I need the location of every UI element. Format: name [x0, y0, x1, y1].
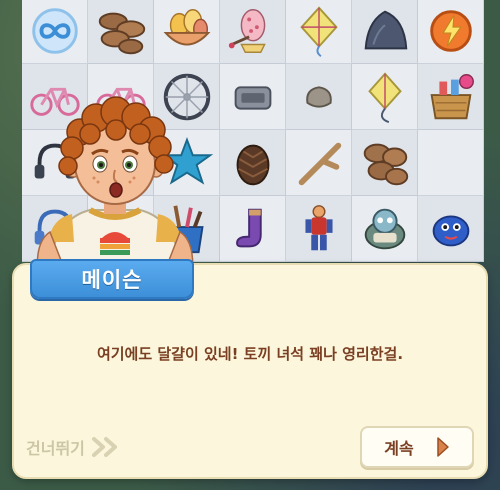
- character-mason: [30, 92, 200, 282]
- robot-toy-icon[interactable]: [356, 200, 414, 258]
- board-cell[interactable]: [352, 130, 418, 196]
- infinity-token-icon[interactable]: [26, 2, 84, 60]
- easter-eggs-bowl-icon[interactable]: [158, 2, 216, 60]
- board-cell[interactable]: [352, 196, 418, 262]
- kite-icon[interactable]: [290, 2, 348, 60]
- wooden-discs-icon[interactable]: [356, 134, 414, 192]
- bike-pedal-icon[interactable]: [224, 68, 282, 126]
- board-cell[interactable]: [286, 64, 352, 130]
- skip-label: 건너뛰기: [26, 439, 85, 458]
- board-cell[interactable]: [22, 0, 88, 64]
- skip-button[interactable]: 건너뛰기: [26, 432, 121, 462]
- wooden-stick-icon[interactable]: [290, 134, 348, 192]
- board-cell[interactable]: [286, 0, 352, 64]
- speaker-name: 메이슨: [81, 268, 143, 292]
- kite-icon[interactable]: [356, 68, 414, 126]
- pinecone-icon[interactable]: [224, 134, 282, 192]
- continue-button[interactable]: 계속: [360, 426, 474, 468]
- dialog-message: 여기에도 달걀이 있네! 토끼 녀석 꽤나 영리한걸.: [96, 345, 404, 363]
- superhero-figure-icon[interactable]: [290, 200, 348, 258]
- board-cell[interactable]: [286, 130, 352, 196]
- board-cell[interactable]: [220, 0, 286, 64]
- board-cell[interactable]: [418, 0, 484, 64]
- mason-portrait-icon: [36, 96, 194, 282]
- board-cell-empty[interactable]: [418, 130, 484, 196]
- board-cell[interactable]: [88, 0, 154, 64]
- sock-icon[interactable]: [224, 200, 282, 258]
- board-cell[interactable]: [286, 196, 352, 262]
- board-cell[interactable]: [220, 64, 286, 130]
- double-chevron-right-icon: [91, 436, 121, 458]
- speaker-name-tag: 메이슨: [30, 259, 194, 299]
- play-triangle-icon: [436, 436, 450, 458]
- rock-pile-icon[interactable]: [356, 2, 414, 60]
- wooden-discs-icon[interactable]: [92, 2, 150, 60]
- continue-label: 계속: [384, 439, 414, 458]
- board-cell[interactable]: [352, 0, 418, 64]
- board-cell[interactable]: [352, 64, 418, 130]
- paint-egg-icon[interactable]: [224, 2, 282, 60]
- blue-creature-icon[interactable]: [422, 200, 480, 258]
- board-cell[interactable]: [418, 64, 484, 130]
- board-cell[interactable]: [418, 196, 484, 262]
- board-cell[interactable]: [220, 196, 286, 262]
- picnic-basket-icon[interactable]: [422, 68, 480, 126]
- energy-bolt-icon[interactable]: [422, 2, 480, 60]
- board-cell[interactable]: [220, 130, 286, 196]
- board-cell[interactable]: [154, 0, 220, 64]
- pebble-icon[interactable]: [290, 68, 348, 126]
